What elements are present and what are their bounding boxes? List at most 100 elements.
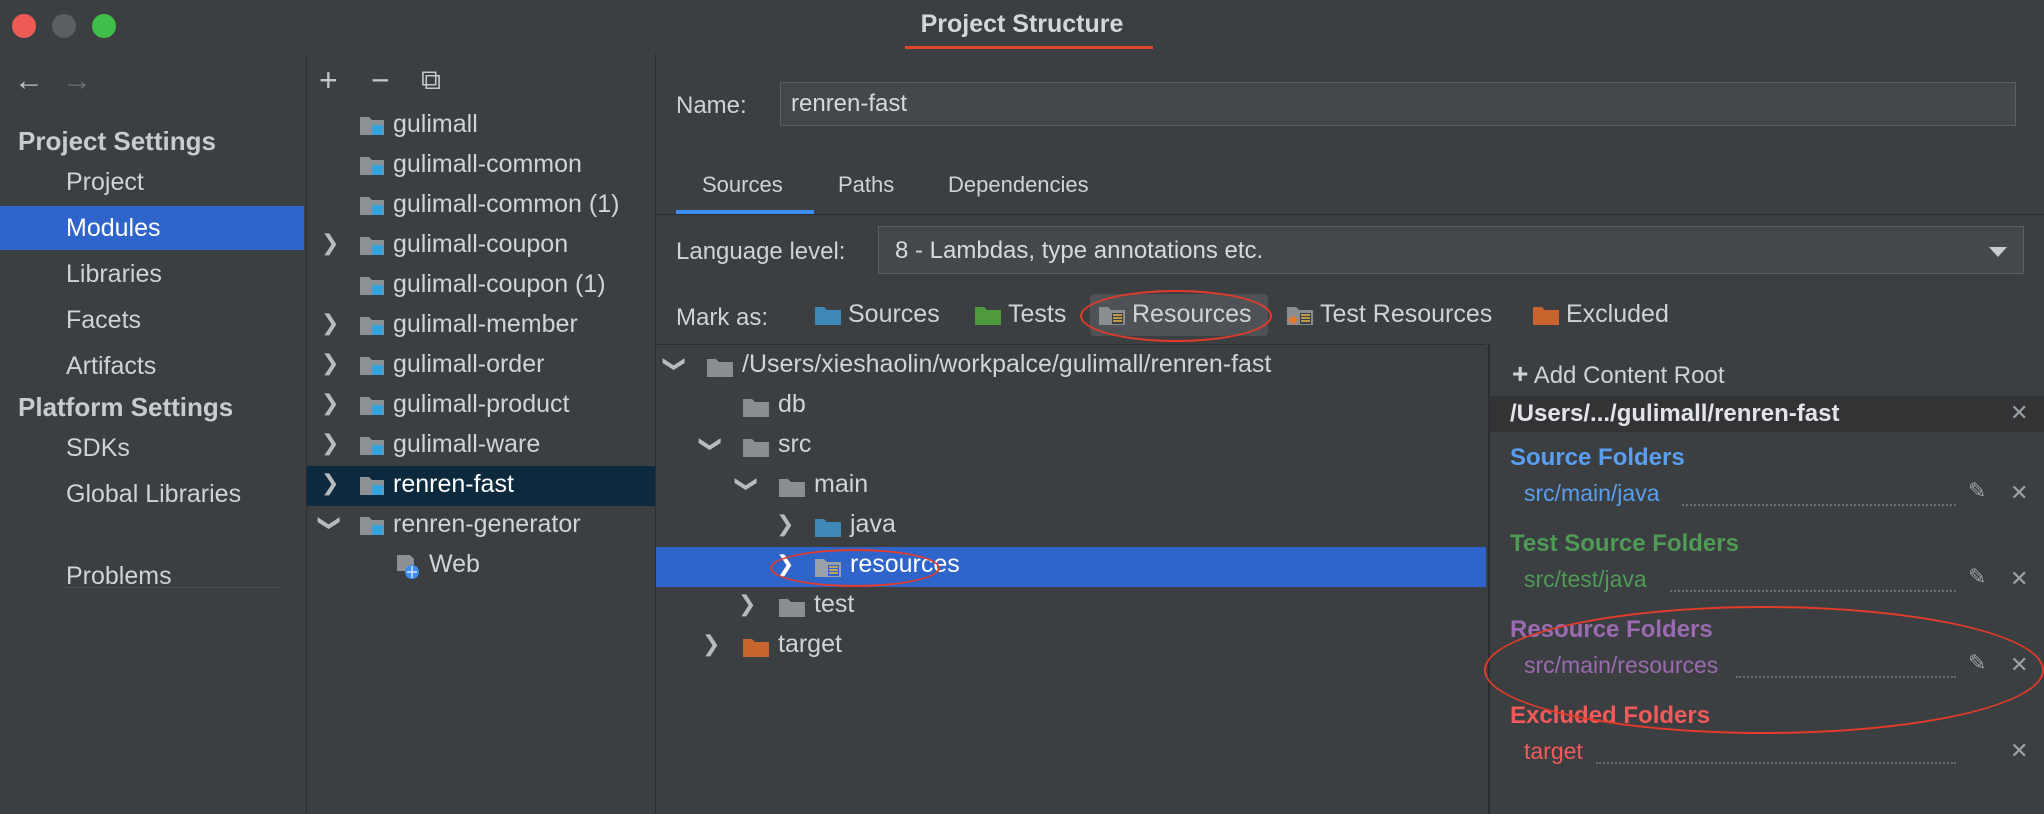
remove-folder-icon[interactable]: ✕ — [2010, 738, 2028, 764]
test-source-folder-path[interactable]: src/test/java — [1524, 566, 1647, 593]
mark-as-excluded-button[interactable]: Excluded — [1532, 294, 1692, 336]
chevron-right-icon[interactable]: ❯ — [321, 230, 339, 256]
remove-folder-icon[interactable]: ✕ — [2010, 480, 2028, 506]
chevron-down-icon[interactable]: ❯ — [698, 435, 724, 453]
mark-as-tests-button[interactable]: Tests — [974, 294, 1084, 336]
mark-as-label: Mark as: — [676, 304, 769, 331]
nav-item-label: SDKs — [66, 434, 130, 462]
module-row-gulimall-common[interactable]: gulimall-common — [307, 146, 655, 186]
nav-item-artifacts[interactable]: Artifacts — [0, 344, 304, 388]
module-row-gulimall-ware[interactable]: ❯ gulimall-ware — [307, 426, 655, 466]
mark-as-sources-button[interactable]: Sources — [814, 294, 964, 336]
chevron-down-icon[interactable]: ❯ — [734, 475, 760, 493]
tree-row-src[interactable]: ❯ src — [656, 427, 1486, 467]
module-row-gulimall-coupon[interactable]: ❯ gulimall-coupon — [307, 226, 655, 266]
tab-sources[interactable]: Sources — [702, 172, 783, 214]
excluded-folder-icon — [743, 639, 769, 657]
forward-arrow-icon[interactable]: → — [62, 64, 92, 98]
tab-dependencies[interactable]: Dependencies — [948, 172, 1089, 214]
module-row-gulimall-order[interactable]: ❯ gulimall-order — [307, 346, 655, 386]
tree-label: target — [778, 630, 842, 658]
tree-row-root[interactable]: ❯ /Users/xieshaolin/workpalce/gulimall/r… — [656, 347, 1486, 387]
tree-row-target[interactable]: ❯ target — [656, 627, 1486, 667]
remove-module-button[interactable]: − — [371, 62, 390, 99]
chevron-down-icon[interactable]: ❯ — [662, 355, 688, 373]
chevron-right-icon[interactable]: ❯ — [321, 310, 339, 336]
remove-folder-icon[interactable]: ✕ — [2010, 566, 2028, 592]
module-label: gulimall-common (1) — [393, 190, 620, 218]
module-settings-panel: Name: Sources Paths Dependencies Languag… — [656, 54, 2044, 814]
add-content-root-button[interactable]: + Add Content Root — [1512, 358, 1725, 390]
chevron-right-icon[interactable]: ❯ — [321, 390, 339, 416]
chevron-right-icon[interactable]: ❯ — [702, 631, 720, 657]
module-label: renren-fast — [393, 470, 514, 498]
module-row-gulimall-product[interactable]: ❯ gulimall-product — [307, 386, 655, 426]
nav-item-facets[interactable]: Facets — [0, 298, 304, 342]
remove-content-root-icon[interactable]: ✕ — [2010, 400, 2028, 426]
folder-icon — [779, 599, 805, 617]
nav-item-global-libraries[interactable]: Global Libraries — [0, 472, 304, 516]
module-folder-icon — [360, 477, 384, 495]
tab-paths[interactable]: Paths — [838, 172, 894, 214]
module-label: gulimall-common — [393, 150, 582, 178]
module-row-gulimall[interactable]: gulimall — [307, 106, 655, 146]
chevron-down-icon[interactable]: ❯ — [317, 514, 343, 532]
settings-nav: ← → Project Settings Project Modules Lib… — [0, 54, 304, 814]
module-name-input[interactable] — [780, 82, 2016, 126]
edit-pencil-icon[interactable]: ✎ — [1968, 564, 1986, 590]
source-folder-path[interactable]: src/main/java — [1524, 480, 1659, 507]
add-content-root-label: Add Content Root — [1533, 362, 1725, 389]
module-folder-icon — [360, 517, 384, 535]
tree-row-db[interactable]: db — [656, 387, 1486, 427]
back-arrow-icon[interactable]: ← — [14, 64, 44, 98]
excluded-folder-icon — [1533, 307, 1559, 325]
folder-icon — [743, 439, 769, 457]
chevron-right-icon[interactable]: ❯ — [321, 350, 339, 376]
module-folder-icon — [360, 237, 384, 255]
test-resources-folder-icon — [1287, 307, 1313, 325]
nav-item-sdks[interactable]: SDKs — [0, 426, 304, 470]
nav-item-label: Global Libraries — [66, 480, 242, 508]
language-level-select[interactable]: 8 - Lambdas, type annotations etc. — [878, 226, 2024, 274]
content-root-path: /Users/.../gulimall/renren-fast — [1510, 400, 1840, 427]
nav-item-label: Project — [66, 168, 144, 196]
tree-label: test — [814, 590, 855, 618]
nav-item-label: Modules — [66, 214, 161, 242]
copy-module-button[interactable]: ⧉ — [421, 64, 441, 97]
content-roots-panel: + Add Content Root /Users/.../gulimall/r… — [1484, 344, 2044, 814]
tree-row-java[interactable]: ❯ java — [656, 507, 1486, 547]
nav-item-libraries[interactable]: Libraries — [0, 252, 304, 296]
content-root-header: /Users/.../gulimall/renren-fast ✕ — [1490, 396, 2044, 432]
nav-item-problems[interactable]: Problems — [0, 554, 304, 598]
web-facet-icon — [397, 555, 419, 579]
chevron-right-icon[interactable]: ❯ — [776, 511, 794, 537]
excluded-folder-path[interactable]: target — [1524, 738, 1583, 765]
module-row-renren-generator[interactable]: ❯ renren-generator — [307, 506, 655, 546]
chevron-right-icon[interactable]: ❯ — [738, 591, 756, 617]
source-folder-icon — [815, 519, 841, 537]
project-settings-header: Project Settings — [18, 126, 216, 156]
chevron-right-icon[interactable]: ❯ — [321, 430, 339, 456]
chevron-right-icon[interactable]: ❯ — [321, 470, 339, 496]
tests-folder-icon — [975, 307, 1001, 325]
tree-label: db — [778, 390, 806, 418]
dotted-leader — [1670, 590, 1956, 592]
edit-pencil-icon[interactable]: ✎ — [1968, 478, 1986, 504]
module-row-gulimall-coupon-1[interactable]: gulimall-coupon (1) — [307, 266, 655, 306]
nav-item-modules[interactable]: Modules — [0, 206, 304, 250]
add-module-button[interactable]: + — [319, 62, 338, 99]
tree-row-main[interactable]: ❯ main — [656, 467, 1486, 507]
module-folder-icon — [360, 157, 384, 175]
module-label: gulimall-product — [393, 390, 570, 418]
module-row-gulimall-common-1[interactable]: gulimall-common (1) — [307, 186, 655, 226]
tree-label: /Users/xieshaolin/workpalce/gulimall/ren… — [742, 350, 1272, 378]
mark-as-test-resources-button[interactable]: Test Resources — [1286, 294, 1506, 336]
tree-row-test[interactable]: ❯ test — [656, 587, 1486, 627]
facet-row-web[interactable]: Web — [307, 546, 655, 586]
module-row-gulimall-member[interactable]: ❯ gulimall-member — [307, 306, 655, 346]
folder-icon — [779, 479, 805, 497]
module-folder-icon — [360, 357, 384, 375]
module-row-renren-fast[interactable]: ❯ renren-fast — [307, 466, 655, 506]
module-label: gulimall-coupon (1) — [393, 270, 606, 298]
nav-item-project[interactable]: Project — [0, 160, 304, 204]
